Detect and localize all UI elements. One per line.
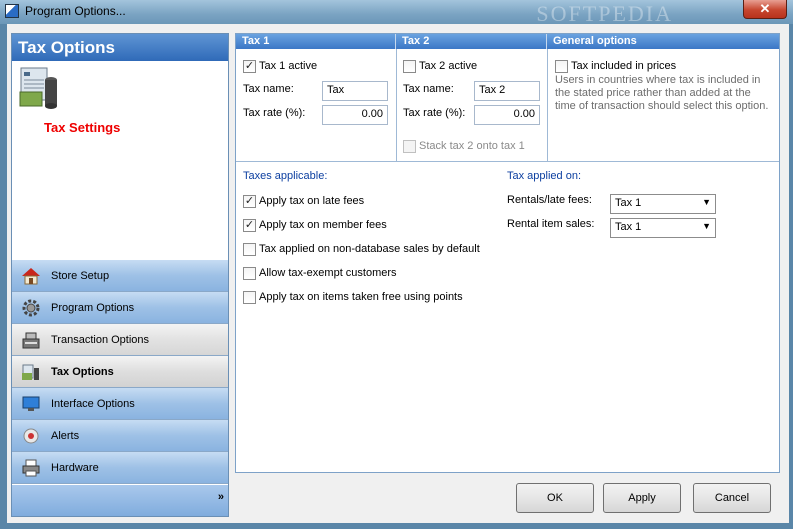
sidebar-item-label: Store Setup bbox=[51, 269, 110, 282]
tax1-header: Tax 1 bbox=[236, 34, 396, 49]
gear-icon bbox=[22, 299, 40, 316]
sidebar-header: Tax Options bbox=[12, 34, 228, 61]
money-icon bbox=[22, 364, 39, 380]
sidebar-item-label: Program Options bbox=[51, 301, 135, 314]
sidebar-item-transaction-options[interactable]: Transaction Options bbox=[12, 324, 228, 356]
sidebar-item-tax-options[interactable]: Tax Options bbox=[12, 356, 228, 388]
rentals-late-fees-value: Tax 1 bbox=[615, 197, 642, 209]
page-title: Tax Settings bbox=[44, 120, 121, 135]
tax-options-panel: Tax 1 Tax 2 General options ✓ Tax 1 acti… bbox=[235, 33, 780, 473]
cash-register-icon bbox=[22, 332, 40, 348]
sidebar-item-label: Interface Options bbox=[51, 397, 135, 410]
title-bar[interactable]: Program Options... SOFTPEDIA ✕ bbox=[0, 0, 793, 26]
free-points-label: Apply tax on items taken free using poin… bbox=[259, 291, 463, 303]
alert-icon bbox=[23, 428, 39, 443]
dialog-body: Tax Options Tax Settings Store Setup Pro… bbox=[7, 24, 789, 523]
tax1-rate-input[interactable]: 0.00 bbox=[322, 105, 388, 125]
chevron-down-icon: ▼ bbox=[702, 197, 711, 207]
tax-included-label: Tax included in prices bbox=[571, 60, 677, 72]
rental-item-sales-value: Tax 1 bbox=[615, 221, 642, 233]
app-icon bbox=[5, 4, 19, 18]
tax1-name-input[interactable]: Tax bbox=[322, 81, 388, 101]
member-fees-label: Apply tax on member fees bbox=[259, 219, 387, 231]
tax2-active-checkbox[interactable] bbox=[403, 60, 416, 73]
close-button[interactable]: ✕ bbox=[743, 0, 787, 19]
rentals-late-fees-select[interactable]: Tax 1 ▼ bbox=[610, 194, 716, 214]
tax-included-description: Users in countries where tax is included… bbox=[555, 74, 769, 112]
sidebar-nav: Store Setup Program Options Transaction … bbox=[12, 260, 228, 484]
chevron-down-icon: ▼ bbox=[702, 221, 711, 231]
ok-button[interactable]: OK bbox=[516, 483, 594, 513]
sidebar-item-interface-options[interactable]: Interface Options bbox=[12, 388, 228, 420]
late-fees-label: Apply tax on late fees bbox=[259, 195, 365, 207]
chevron-right-icon[interactable]: » bbox=[218, 491, 224, 503]
sidebar: Tax Options Tax Settings Store Setup Pro… bbox=[11, 33, 229, 517]
sidebar-item-program-options[interactable]: Program Options bbox=[12, 292, 228, 324]
tax-exempt-label: Allow tax-exempt customers bbox=[259, 267, 397, 279]
divider bbox=[547, 49, 548, 161]
tax2-name-input[interactable]: Tax 2 bbox=[474, 81, 540, 101]
sidebar-item-alerts[interactable]: Alerts bbox=[12, 420, 228, 452]
non-database-sales-label: Tax applied on non-database sales by def… bbox=[259, 243, 480, 255]
tax-exempt-checkbox[interactable] bbox=[243, 267, 256, 280]
tax1-name-label: Tax name: bbox=[243, 83, 294, 95]
apply-button[interactable]: Apply bbox=[603, 483, 681, 513]
taxes-applicable-header: Taxes applicable: bbox=[243, 170, 328, 182]
tax1-active-label: Tax 1 active bbox=[259, 60, 318, 72]
sidebar-item-label: Hardware bbox=[51, 461, 99, 474]
tax-included-checkbox[interactable] bbox=[555, 60, 568, 73]
tax-settings-icon bbox=[19, 67, 57, 109]
rentals-late-fees-label: Rentals/late fees: bbox=[507, 194, 592, 206]
member-fees-checkbox[interactable]: ✓ bbox=[243, 219, 256, 232]
tax2-name-label: Tax name: bbox=[403, 83, 454, 95]
tax2-header: Tax 2 bbox=[396, 34, 547, 49]
tax-applied-on-header: Tax applied on: bbox=[507, 170, 581, 182]
divider bbox=[396, 49, 397, 161]
printer-icon bbox=[22, 459, 40, 476]
cancel-button[interactable]: Cancel bbox=[693, 483, 771, 513]
rental-item-sales-select[interactable]: Tax 1 ▼ bbox=[610, 218, 716, 238]
tax2-rate-label: Tax rate (%): bbox=[403, 107, 466, 119]
sidebar-footer: » bbox=[12, 485, 228, 516]
sidebar-item-label: Transaction Options bbox=[51, 333, 150, 346]
sidebar-item-label: Alerts bbox=[51, 429, 80, 442]
tax2-rate-input[interactable]: 0.00 bbox=[474, 105, 540, 125]
late-fees-checkbox[interactable]: ✓ bbox=[243, 195, 256, 208]
tax1-rate-label: Tax rate (%): bbox=[243, 107, 306, 119]
rental-item-sales-label: Rental item sales: bbox=[507, 218, 595, 230]
sidebar-item-hardware[interactable]: Hardware bbox=[12, 452, 228, 484]
window-title: Program Options... bbox=[25, 4, 126, 18]
stack-tax-label: Stack tax 2 onto tax 1 bbox=[419, 140, 525, 152]
stack-tax-checkbox[interactable] bbox=[403, 140, 416, 153]
monitor-icon bbox=[22, 396, 40, 411]
tax2-active-label: Tax 2 active bbox=[419, 60, 478, 72]
general-header: General options bbox=[547, 34, 779, 49]
free-points-checkbox[interactable] bbox=[243, 291, 256, 304]
sidebar-item-label: Tax Options bbox=[51, 365, 114, 378]
sidebar-item-store-setup[interactable]: Store Setup bbox=[12, 260, 228, 292]
house-icon bbox=[22, 267, 40, 284]
program-options-window: Program Options... SOFTPEDIA ✕ Tax Optio… bbox=[0, 0, 793, 529]
divider bbox=[236, 161, 779, 162]
non-database-sales-checkbox[interactable] bbox=[243, 243, 256, 256]
tax1-active-checkbox[interactable]: ✓ bbox=[243, 60, 256, 73]
